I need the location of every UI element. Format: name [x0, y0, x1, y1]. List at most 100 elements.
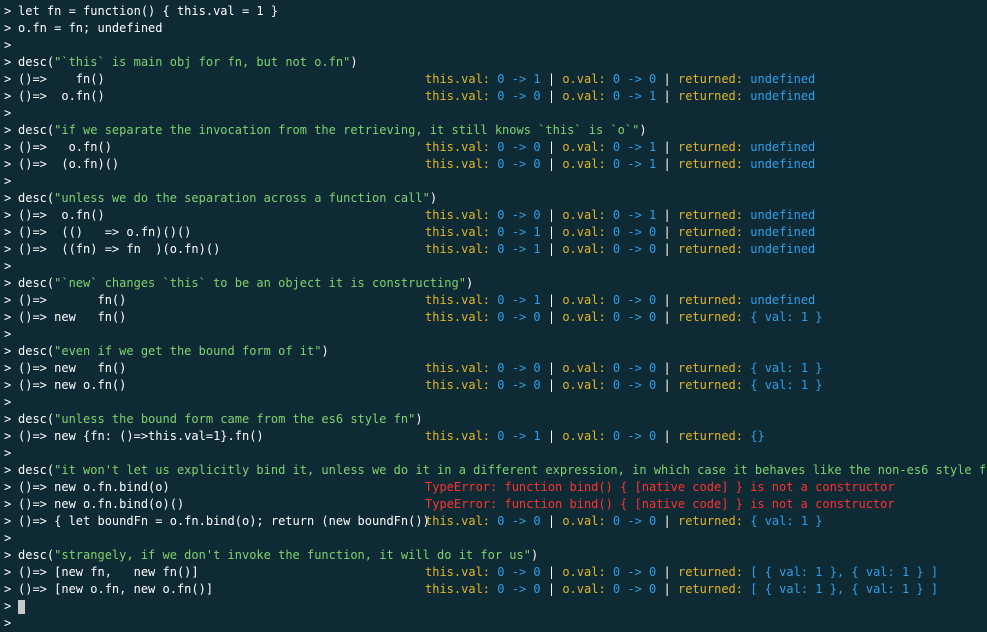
desc-close: ) [465, 276, 474, 290]
terminal-line: > ()=> [new o.fn, new o.fn()] this.val: 0 … [0, 581, 987, 598]
returned-value: undefined [750, 157, 816, 171]
this-val-label: this.val: [425, 208, 491, 222]
terminal-window[interactable]: > let fn = function() { this.val = 1 } > o.… [0, 0, 987, 630]
this-val-change: 0 -> 1 [497, 225, 541, 239]
desc-open: desc( [18, 55, 55, 69]
separator: | [663, 140, 671, 154]
returned-value: undefined [750, 140, 816, 154]
returned-label: returned: [677, 72, 744, 86]
this-val-label: this.val: [425, 310, 491, 324]
returned-label: returned: [677, 378, 744, 392]
terminal-line: > ()=> new o.fn() this.val: 0 -> 0 | o.val… [0, 377, 987, 394]
text-cursor[interactable] [18, 600, 25, 614]
desc-string: "strangely, if we don't invoke the funct… [54, 548, 531, 562]
terminal-line: > desc("it won't let us explicitly bind i… [0, 462, 987, 479]
code-text: ()=> o.fn() [18, 208, 105, 222]
result-output: this.val: 0 -> 0 | o.val: 0 -> 0 | retur… [425, 581, 938, 598]
prompt-symbol: > [4, 548, 12, 562]
returned-label: returned: [677, 242, 744, 256]
desc-open: desc( [18, 191, 55, 205]
terminal-line: > [0, 258, 987, 275]
prompt-symbol: > [4, 480, 12, 494]
returned-value: undefined [750, 225, 816, 239]
prompt-symbol: > [4, 89, 12, 103]
o-val-label: o.val: [562, 157, 606, 171]
desc-close: ) [415, 412, 423, 426]
prompt-symbol: > [4, 140, 12, 154]
prompt-symbol: > [4, 191, 12, 205]
o-val-label: o.val: [562, 582, 606, 596]
this-val-label: this.val: [425, 242, 491, 256]
result-output: this.val: 0 -> 0 | o.val: 0 -> 0 | retur… [425, 513, 823, 530]
desc-string: "unless the bound form came from the es6… [54, 412, 416, 426]
returned-label: returned: [677, 89, 744, 103]
code-text: ()=> o.fn() [18, 89, 105, 103]
this-val-change: 0 -> 1 [497, 72, 541, 86]
code-text: ()=> ((fn) => fn )(o.fn)() [18, 242, 221, 256]
prompt-symbol: > [4, 310, 12, 324]
desc-string: "`this` is main obj for fn, but not o.fn… [54, 55, 351, 69]
this-val-change: 0 -> 0 [497, 89, 541, 103]
desc-string: "it won't let us explicitly bind it, unl… [54, 463, 987, 477]
this-val-label: this.val: [425, 140, 491, 154]
separator: | [663, 565, 671, 579]
returned-value: undefined [750, 242, 816, 256]
o-val-label: o.val: [562, 310, 606, 324]
returned-label: returned: [677, 565, 744, 579]
code-text: ()=> new o.fn.bind(o) [18, 480, 170, 494]
returned-value: undefined [750, 72, 816, 86]
o-val-label: o.val: [562, 565, 606, 579]
prompt-symbol: > [4, 174, 12, 188]
separator: | [547, 293, 556, 307]
prompt-symbol: > [4, 208, 12, 222]
code-text: ()=> new o.fn() [18, 378, 127, 392]
prompt-symbol: > [4, 463, 12, 477]
result-output: this.val: 0 -> 0 | o.val: 0 -> 0 | retur… [425, 360, 823, 377]
desc-close: ) [321, 344, 329, 358]
desc-string: "`new` changes `this` to be an object it… [54, 276, 466, 290]
terminal-line: > [0, 394, 987, 411]
code-text: ()=> fn() [18, 293, 127, 307]
result-output: this.val: 0 -> 0 | o.val: 0 -> 1 | retur… [425, 156, 815, 173]
prompt-symbol: > [4, 344, 12, 358]
terminal-line: > ()=> new fn() this.val: 0 -> 0 | o.val: … [0, 360, 987, 377]
terminal-line: > desc("unless the bound form came from t… [0, 411, 987, 428]
separator: | [663, 242, 671, 256]
separator: | [663, 157, 671, 171]
prompt-symbol: > [4, 106, 12, 120]
separator: | [547, 157, 556, 171]
desc-call: desc("if we separate the invocation from… [18, 122, 647, 139]
terminal-line: > ()=> o.fn() this.val: 0 -> 0 | o.val: 0 … [0, 207, 987, 224]
returned-label: returned: [677, 514, 744, 528]
prompt-symbol: > [4, 259, 12, 273]
prompt-symbol: > [4, 616, 12, 630]
desc-string: "if we separate the invocation from the … [54, 123, 640, 137]
this-val-change: 0 -> 0 [497, 582, 541, 596]
desc-close: ) [350, 55, 358, 69]
prompt-symbol: > [4, 38, 12, 52]
returned-value: undefined [750, 293, 816, 307]
code-text: ()=> fn() [18, 72, 105, 86]
this-val-label: this.val: [425, 293, 491, 307]
prompt-symbol: > [4, 429, 12, 443]
desc-close: ) [429, 191, 438, 205]
desc-close: ) [530, 548, 539, 562]
returned-label: returned: [677, 361, 744, 375]
prompt-symbol: > [4, 157, 12, 171]
o-val-change: 0 -> 0 [612, 361, 657, 375]
desc-call: desc("it won't let us explicitly bind it… [18, 462, 987, 479]
this-val-label: this.val: [425, 429, 491, 443]
terminal-line: > ()=> new fn() this.val: 0 -> 0 | o.val: … [0, 309, 987, 326]
separator: | [547, 89, 556, 103]
terminal-line: > [0, 615, 987, 632]
o-val-change: 0 -> 0 [612, 293, 657, 307]
desc-open: desc( [18, 344, 55, 358]
separator: | [547, 378, 556, 392]
o-val-label: o.val: [562, 514, 606, 528]
separator: | [663, 72, 671, 86]
o-val-label: o.val: [562, 361, 606, 375]
this-val-change: 0 -> 1 [497, 429, 541, 443]
terminal-line: > ()=> o.fn() this.val: 0 -> 0 | o.val: 0 … [0, 139, 987, 156]
this-val-label: this.val: [425, 378, 491, 392]
o-val-label: o.val: [562, 293, 606, 307]
